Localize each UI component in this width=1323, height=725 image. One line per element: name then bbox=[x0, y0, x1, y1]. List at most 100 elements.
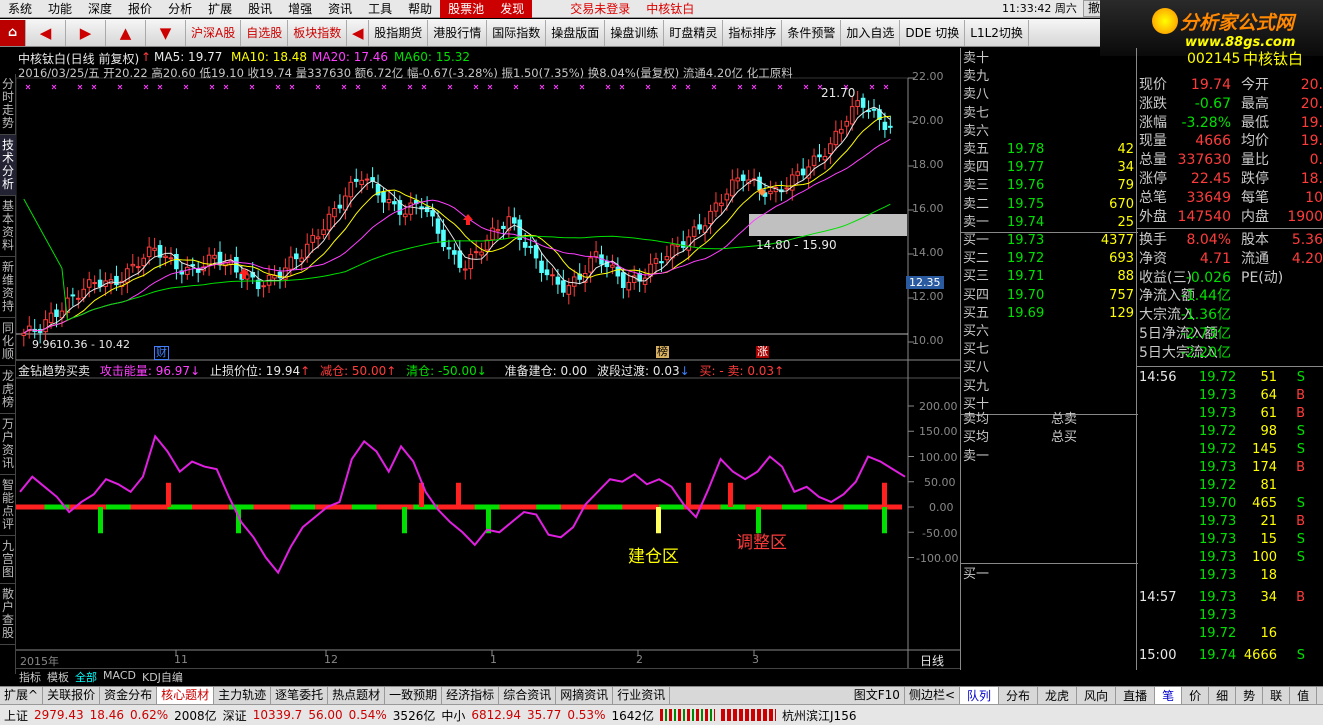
info-value: 19. bbox=[1300, 133, 1323, 150]
menu-discover[interactable]: 发现 bbox=[492, 0, 533, 18]
menu-help[interactable]: 帮助 bbox=[400, 0, 440, 18]
menu-function[interactable]: 功能 bbox=[40, 0, 80, 18]
marker-limit-up[interactable]: 涨 bbox=[756, 346, 769, 358]
sell-level[interactable]: 卖七 bbox=[961, 105, 1138, 123]
rt-distribution[interactable]: 分布 bbox=[999, 687, 1039, 704]
bb-related[interactable]: 关联报价 bbox=[43, 687, 101, 704]
buy-level[interactable]: 买六 bbox=[961, 323, 1138, 341]
buy-level[interactable]: 买一 19.73 4377 bbox=[961, 232, 1138, 250]
ind-name[interactable]: 金钻趋势买卖 bbox=[18, 364, 90, 378]
sell-level[interactable]: 卖六 bbox=[961, 123, 1138, 141]
buy-level[interactable]: 买八 bbox=[961, 359, 1138, 377]
nav-timeshare[interactable]: 分时走势 bbox=[0, 74, 16, 135]
menu-depth[interactable]: 深度 bbox=[80, 0, 120, 18]
bb-core-theme[interactable]: 核心题材 bbox=[157, 687, 215, 704]
menu-system[interactable]: 系统 bbox=[0, 0, 40, 18]
bb-econ[interactable]: 经济指标 bbox=[442, 687, 500, 704]
home-icon[interactable]: ⌂ bbox=[0, 19, 26, 46]
tb-shsz-a[interactable]: 沪深A股 bbox=[186, 19, 242, 46]
buy-level[interactable]: 买三 19.71 88 bbox=[961, 268, 1138, 286]
bb-order-detail[interactable]: 逐笔委托 bbox=[271, 687, 329, 704]
bb-web-digest[interactable]: 网摘资讯 bbox=[556, 687, 614, 704]
rt-live[interactable]: 直播 bbox=[1116, 687, 1156, 704]
nav-dragon[interactable]: 龙虎榜 bbox=[0, 366, 16, 414]
buy-level[interactable]: 买二 19.72 693 bbox=[961, 250, 1138, 268]
menu-extend[interactable]: 扩展 bbox=[200, 0, 240, 18]
menu-stock-pool[interactable]: 股票池 bbox=[440, 0, 493, 18]
rt-tick[interactable]: 笔 bbox=[1155, 687, 1183, 704]
rt-wind[interactable]: 风向 bbox=[1077, 687, 1117, 704]
nav-basic[interactable]: 基本资料 bbox=[0, 196, 16, 257]
rt-detail[interactable]: 细 bbox=[1209, 687, 1237, 704]
tb-intl-index[interactable]: 国际指数 bbox=[487, 19, 547, 46]
marker-finance[interactable]: 财 bbox=[154, 346, 169, 360]
nav-new[interactable]: 新维资持 bbox=[0, 257, 16, 318]
sell-level[interactable]: 卖五 19.78 42 bbox=[961, 141, 1138, 159]
rt-value[interactable]: 值 bbox=[1290, 687, 1318, 704]
rt-price[interactable]: 价 bbox=[1182, 687, 1210, 704]
chart-area[interactable]: 中核钛白(日线 前复权) ↑ MA5: 19.77 MA10: 18.48 MA… bbox=[16, 48, 960, 684]
nav-technical[interactable]: 技术分析 bbox=[0, 135, 16, 196]
tb-alert[interactable]: 条件预警 bbox=[782, 19, 842, 46]
nav-grid[interactable]: 九宫图 bbox=[0, 536, 16, 584]
sell-level[interactable]: 卖三 19.76 79 bbox=[961, 177, 1138, 195]
sell-level[interactable]: 卖四 19.77 34 bbox=[961, 159, 1138, 177]
tb-l1l2[interactable]: L1L2切换 bbox=[965, 19, 1029, 46]
tab-template[interactable]: 模板 bbox=[44, 669, 72, 684]
marker-rank[interactable]: 榜 bbox=[656, 346, 669, 358]
tb-hk-quotes[interactable]: 港股行情 bbox=[428, 19, 488, 46]
tb-watchlist[interactable]: 自选股 bbox=[241, 19, 289, 46]
menu-tools[interactable]: 工具 bbox=[360, 0, 400, 18]
rt-dragon[interactable]: 龙虎 bbox=[1038, 687, 1078, 704]
bb-hot-theme[interactable]: 热点题材 bbox=[328, 687, 386, 704]
sh-pct: 0.62% bbox=[130, 708, 169, 722]
rt-trend[interactable]: 势 bbox=[1236, 687, 1264, 704]
bb-consensus[interactable]: 一致预期 bbox=[385, 687, 443, 704]
sell-level[interactable]: 卖八 bbox=[961, 86, 1138, 104]
menu-info[interactable]: 资讯 bbox=[320, 0, 360, 18]
tb-add-watch[interactable]: 加入自选 bbox=[841, 19, 901, 46]
bb-comprehensive[interactable]: 综合资讯 bbox=[499, 687, 557, 704]
menu-quote[interactable]: 报价 bbox=[120, 0, 160, 18]
tb-sector-index[interactable]: 板块指数 bbox=[288, 19, 348, 46]
arrow-right-icon[interactable]: ▶ bbox=[66, 19, 106, 46]
nav-news[interactable]: 万户资讯 bbox=[0, 414, 16, 475]
tab-indicator[interactable]: 指标 bbox=[16, 669, 44, 684]
tb-indicator-sort[interactable]: 指标排序 bbox=[723, 19, 783, 46]
sell-level[interactable]: 卖九 bbox=[961, 68, 1138, 86]
period-label[interactable]: 日线 bbox=[920, 652, 944, 669]
rt-link[interactable]: 联 bbox=[1263, 687, 1291, 704]
sell-level[interactable]: 卖二 19.75 670 bbox=[961, 196, 1138, 214]
bb-capital[interactable]: 资金分布 bbox=[100, 687, 158, 704]
buy-level[interactable]: 买九 bbox=[961, 378, 1138, 396]
nav-retail[interactable]: 散户查股 bbox=[0, 584, 16, 645]
menu-enhance[interactable]: 增强 bbox=[280, 0, 320, 18]
tb-index-futures[interactable]: 股指期货 bbox=[369, 19, 429, 46]
buy-level[interactable]: 买七 bbox=[961, 341, 1138, 359]
bb-f10[interactable]: 图文F10 bbox=[850, 687, 905, 704]
rt-queue[interactable]: 队列 bbox=[960, 687, 1000, 704]
menu-analysis[interactable]: 分析 bbox=[160, 0, 200, 18]
arrow-down-icon[interactable]: ▼ bbox=[146, 19, 186, 46]
tb-dde[interactable]: DDE 切换 bbox=[900, 19, 966, 46]
tb-layout[interactable]: 操盘版面 bbox=[546, 19, 606, 46]
arrow-left-icon[interactable]: ◀ bbox=[26, 19, 66, 46]
arrow-left-small-icon[interactable]: ◀ bbox=[347, 19, 370, 46]
bb-extend[interactable]: 扩展^ bbox=[0, 687, 44, 704]
nav-ths[interactable]: 同化顺 bbox=[0, 318, 16, 366]
tb-watch-elf[interactable]: 盯盘精灵 bbox=[664, 19, 724, 46]
sell-level[interactable]: 卖十 bbox=[961, 50, 1138, 68]
buy-level[interactable]: 买五 19.69 129 bbox=[961, 305, 1138, 323]
sell-level[interactable]: 卖一 19.74 25 bbox=[961, 214, 1138, 232]
bb-industry[interactable]: 行业资讯 bbox=[613, 687, 671, 704]
nav-comment[interactable]: 智能点评 bbox=[0, 475, 16, 536]
buy-level[interactable]: 买四 19.70 757 bbox=[961, 287, 1138, 305]
bb-main-track[interactable]: 主力轨迹 bbox=[214, 687, 272, 704]
tab-all[interactable]: 全部 bbox=[72, 669, 100, 684]
arrow-up-icon[interactable]: ▲ bbox=[106, 19, 146, 46]
menu-news[interactable]: 股讯 bbox=[240, 0, 280, 18]
tab-macd[interactable]: MACD bbox=[100, 669, 139, 684]
tab-kdj[interactable]: KDJ自编 bbox=[139, 669, 186, 684]
bb-sidebar[interactable]: 侧边栏< bbox=[905, 687, 960, 704]
tb-training[interactable]: 操盘训练 bbox=[605, 19, 665, 46]
